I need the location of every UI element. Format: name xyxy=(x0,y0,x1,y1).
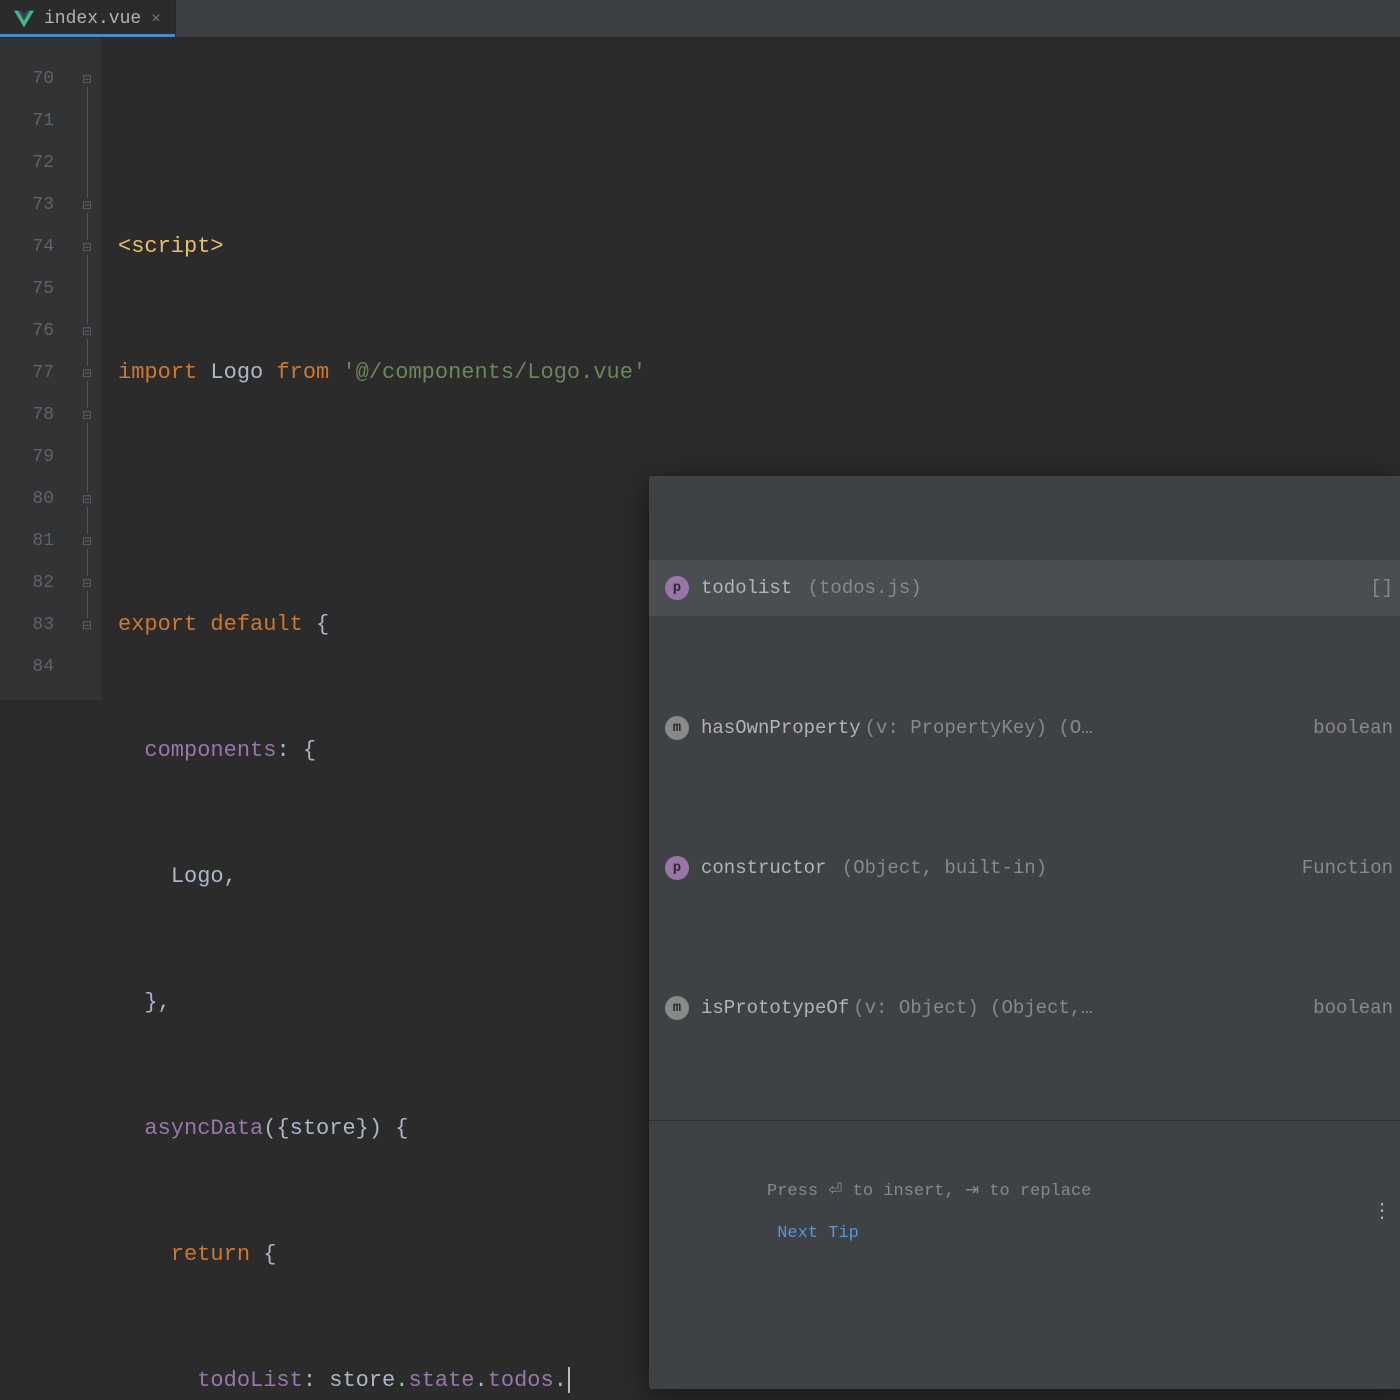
line-number-gutter: 70 71 72 73 74 75 76 77 78 79 80 81 82 8… xyxy=(0,38,72,700)
property-icon: p xyxy=(665,576,689,600)
footer-hint: Press ⏎ to insert, ⇥ to replace xyxy=(767,1182,1091,1201)
fold-gutter: ⊟ ⊟ ⊟ ⊟ ⊟ ⊟ ⊟ ⊟ ⊟ ⊟ xyxy=(72,38,102,700)
autocomplete-item[interactable]: p todolist (todos.js) [] xyxy=(649,560,1400,616)
method-icon: m xyxy=(665,716,689,740)
line-number: 82 xyxy=(0,562,72,604)
code-line: export default { xyxy=(118,604,646,646)
line-number: 78 xyxy=(0,394,72,436)
line-number: 77 xyxy=(0,352,72,394)
more-icon[interactable]: ⋮ xyxy=(1372,1210,1393,1216)
code-line: asyncData({store}) { xyxy=(118,1108,646,1150)
fold-close-icon[interactable]: ⊟ xyxy=(72,478,102,520)
current-line-highlight xyxy=(102,436,646,478)
fold-open-icon[interactable]: ⊟ xyxy=(72,352,102,394)
vue-file-icon xyxy=(14,10,34,28)
fold-close-icon[interactable]: ⊟ xyxy=(72,520,102,562)
fold-close-icon[interactable]: ⊟ xyxy=(72,604,102,646)
line-number: 83 xyxy=(0,604,72,646)
line-number: 74 xyxy=(0,226,72,268)
line-number: 73 xyxy=(0,184,72,226)
autocomplete-item[interactable]: p constructor (Object, built-in) Functio… xyxy=(649,840,1400,896)
line-number: 70 xyxy=(0,58,72,100)
fold-open-icon[interactable]: ⊟ xyxy=(72,226,102,268)
code-line: import Logo from '@/components/Logo.vue' xyxy=(118,352,646,394)
property-icon: p xyxy=(665,856,689,880)
fold-open-icon[interactable]: ⊟ xyxy=(72,184,102,226)
code-line: todoList: store.state.todos. xyxy=(118,1360,646,1400)
tab-index-vue[interactable]: index.vue × xyxy=(0,0,176,37)
autocomplete-item[interactable]: m isPrototypeOf(v: Object) (Object,… boo… xyxy=(649,980,1400,1036)
line-number: 80 xyxy=(0,478,72,520)
fold-close-icon[interactable]: ⊟ xyxy=(72,562,102,604)
method-icon: m xyxy=(665,996,689,1020)
line-number: 81 xyxy=(0,520,72,562)
line-number: 79 xyxy=(0,436,72,478)
code-line: <script> xyxy=(118,226,646,268)
line-number: 71 xyxy=(0,100,72,142)
fold-open-icon[interactable]: ⊟ xyxy=(72,58,102,100)
autocomplete-popup: p todolist (todos.js) [] m hasOwnPropert… xyxy=(649,476,1400,1389)
tab-bar: index.vue × xyxy=(0,0,1400,38)
code-area[interactable]: <script> import Logo from '@/components/… xyxy=(102,38,646,700)
code-line: Logo, xyxy=(118,856,646,898)
code-editor[interactable]: 70 71 72 73 74 75 76 77 78 79 80 81 82 8… xyxy=(0,38,1400,700)
autocomplete-item[interactable]: m hasOwnProperty(v: PropertyKey) (O… boo… xyxy=(649,700,1400,756)
text-cursor xyxy=(568,1367,570,1393)
tab-filename: index.vue xyxy=(44,9,141,29)
autocomplete-footer: Press ⏎ to insert, ⇥ to replace Next Tip… xyxy=(649,1120,1400,1305)
code-line: components: { xyxy=(118,730,646,772)
code-line xyxy=(118,478,646,520)
fold-open-icon[interactable]: ⊟ xyxy=(72,394,102,436)
next-tip-link[interactable]: Next Tip xyxy=(777,1224,859,1243)
code-line: }, xyxy=(118,982,646,1024)
line-number: 72 xyxy=(0,142,72,184)
line-number: 75 xyxy=(0,268,72,310)
fold-close-icon[interactable]: ⊟ xyxy=(72,310,102,352)
code-line: return { xyxy=(118,1234,646,1276)
line-number: 84 xyxy=(0,646,72,688)
close-icon[interactable]: × xyxy=(151,10,161,28)
line-number: 76 xyxy=(0,310,72,352)
